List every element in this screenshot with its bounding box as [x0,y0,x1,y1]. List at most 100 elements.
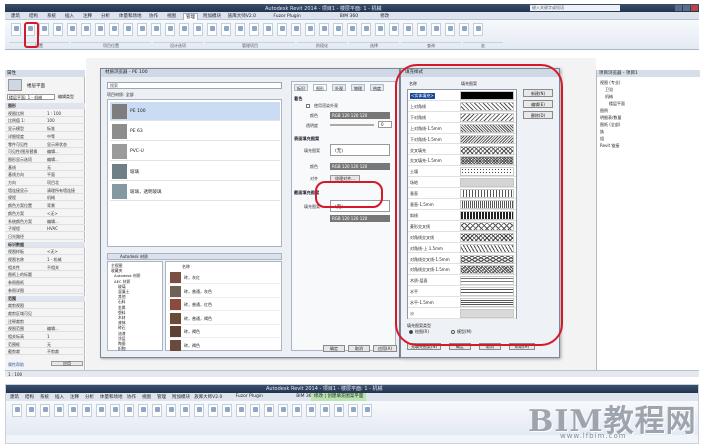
second-tab-12[interactable]: Fuzor Plugin [236,394,263,399]
ribbon-button-18[interactable] [263,23,273,36]
library-material-item[interactable]: 砖，褐色 [168,325,280,338]
editor-tab-0[interactable]: 标识 [294,84,308,91]
view-selector[interactable]: 楼层平面: 1 - 机械 [7,94,55,100]
ribbon-button-17[interactable] [249,23,259,36]
property-row[interactable]: 系统颜色方案 编辑... [5,219,85,225]
editor-tab-1[interactable]: 图形 [313,84,327,91]
material-search-input[interactable]: 搜索 [107,82,282,89]
project-browser-item[interactable]: Revit 链接 [600,143,619,149]
property-row[interactable]: 日光路径 [5,234,85,240]
project-browser-item[interactable]: 图纸 (全部) [600,122,620,128]
property-row[interactable]: 子规程 HVAC [5,226,85,233]
ribbon-button-24[interactable] [347,23,357,36]
property-row[interactable]: 详细程度 中等 [5,134,85,140]
project-browser-item[interactable]: 卫浴 [605,87,613,93]
ribbon-button-0[interactable] [11,23,21,36]
second-tab-5[interactable]: 分析 [85,394,94,400]
second-tab-10[interactable]: 附加模块 [172,394,190,400]
second-ribbon-button-9[interactable] [138,404,148,417]
material-item[interactable]: 玻璃 [110,162,280,181]
project-browser-item[interactable]: 视图 (专业) [600,80,620,86]
ribbon-button-21[interactable] [305,23,315,36]
transparency-value[interactable]: 0 [378,121,392,128]
tab-12[interactable]: Fuzor Plugin [271,13,302,20]
apply-material-button[interactable]: 应用(A) [373,345,397,352]
ribbon-button-8[interactable] [123,23,133,36]
ribbon-button-13[interactable] [193,23,203,36]
surface-fill-pattern-box[interactable]: (无) [330,144,390,156]
second-ribbon-button-22[interactable] [320,404,330,417]
second-ribbon-button-8[interactable] [124,404,134,417]
library-name-header[interactable]: 名称 [182,264,190,270]
property-row[interactable]: 颜色方案位置 背景 [5,203,85,210]
library-material-item[interactable]: 砖，褐色 [168,339,280,352]
ribbon-button-22[interactable] [319,23,329,36]
ribbon-button-4[interactable] [67,23,77,36]
property-row[interactable]: 范围框 无 [5,342,85,348]
second-ribbon-button-21[interactable] [306,404,316,417]
second-ribbon-button-13[interactable] [194,404,204,417]
second-ribbon-button-25[interactable] [362,404,372,417]
ribbon-button-25[interactable] [361,23,371,36]
ribbon-button-32[interactable] [459,23,469,36]
project-materials-filter[interactable]: 项目材质: 全部 [107,92,134,98]
property-row[interactable]: 裁剪视图 [5,303,85,310]
second-ribbon-button-19[interactable] [278,404,288,417]
property-row[interactable]: 标识数据 [5,241,85,248]
property-row[interactable]: 基线方向 平面 [5,172,85,179]
tab-7[interactable]: 协作 [147,13,160,20]
library-material-item[interactable]: 砖，普通，灰色 [168,285,280,298]
editor-tab-2[interactable]: 外观 [332,84,346,91]
second-tab-11[interactable]: 族库大师V2.0 [194,394,222,400]
surface-pattern-section[interactable]: 表面填充图案 [294,136,319,142]
second-ribbon-button-0[interactable] [12,404,22,417]
tab-5[interactable]: 分析 [99,13,112,20]
second-ribbon-button-15[interactable] [222,404,232,417]
property-row[interactable]: 相关性 不相关 [5,265,85,271]
material-item[interactable]: PE 100 [110,102,280,121]
second-ribbon-button-3[interactable] [54,404,64,417]
tab-2[interactable]: 系统 [45,13,58,20]
library-tree-item[interactable]: 织物 [118,346,126,351]
tab-8[interactable]: 视图 [165,13,178,20]
property-row[interactable]: 墙连接显示 清理所有墙连接 [5,188,85,194]
ribbon-button-11[interactable] [165,23,175,36]
material-item[interactable]: 玻璃，透明玻璃 [110,182,280,201]
tab-6[interactable]: 体量和场地 [117,13,144,20]
property-row[interactable]: 图形 [5,103,85,109]
maximize-button[interactable] [683,5,690,11]
ribbon-button-28[interactable] [403,23,413,36]
use-render-appearance-checkbox[interactable] [306,104,310,108]
edit-type-button[interactable]: 编辑类型 [58,94,74,100]
second-tab-6[interactable]: 体量和场地 [100,394,123,400]
context-tab-modify-fill[interactable]: 修改 | 创建填充图案平面 [311,393,367,401]
project-browser-item[interactable]: 图例 [600,108,608,114]
ribbon-button-6[interactable] [95,23,105,36]
property-row[interactable]: 参照详图 [5,288,85,294]
property-row[interactable]: 比例值 1: 100 [5,118,85,125]
material-item[interactable]: PVC-U [110,142,280,161]
second-ribbon-button-5[interactable] [82,404,92,417]
tab-13[interactable]: BIM 360 [338,13,360,20]
second-tab-4[interactable]: 注释 [70,394,79,400]
project-browser-item[interactable]: 组 [600,136,604,142]
second-ribbon-button-14[interactable] [208,404,218,417]
ribbon-button-26[interactable] [375,23,385,36]
property-row[interactable]: 规程 机械 [5,195,85,202]
search-input[interactable]: 键入关键字或短语 [530,5,620,11]
ribbon-button-7[interactable] [109,23,119,36]
property-row[interactable]: 范围 [5,295,85,302]
cancel-button[interactable]: 取消 [348,345,370,352]
ribbon-button-10[interactable] [151,23,161,36]
property-row[interactable]: 基线 无 [5,165,85,171]
property-row[interactable]: 参照图纸 [5,280,85,287]
property-row[interactable]: 可见性/图形替换 编辑... [5,149,85,156]
ribbon-button-33[interactable] [473,23,483,36]
project-browser-item[interactable]: 明细表/数量 [600,115,621,121]
ribbon-button-29[interactable] [417,23,427,36]
ribbon-button-16[interactable] [235,23,245,36]
tab-0[interactable]: 建筑 [9,13,22,20]
property-row[interactable]: 颜色方案 <无> [5,211,85,217]
material-item[interactable]: PE 63 [110,122,280,141]
property-row[interactable]: 显示模型 标准 [5,126,85,133]
